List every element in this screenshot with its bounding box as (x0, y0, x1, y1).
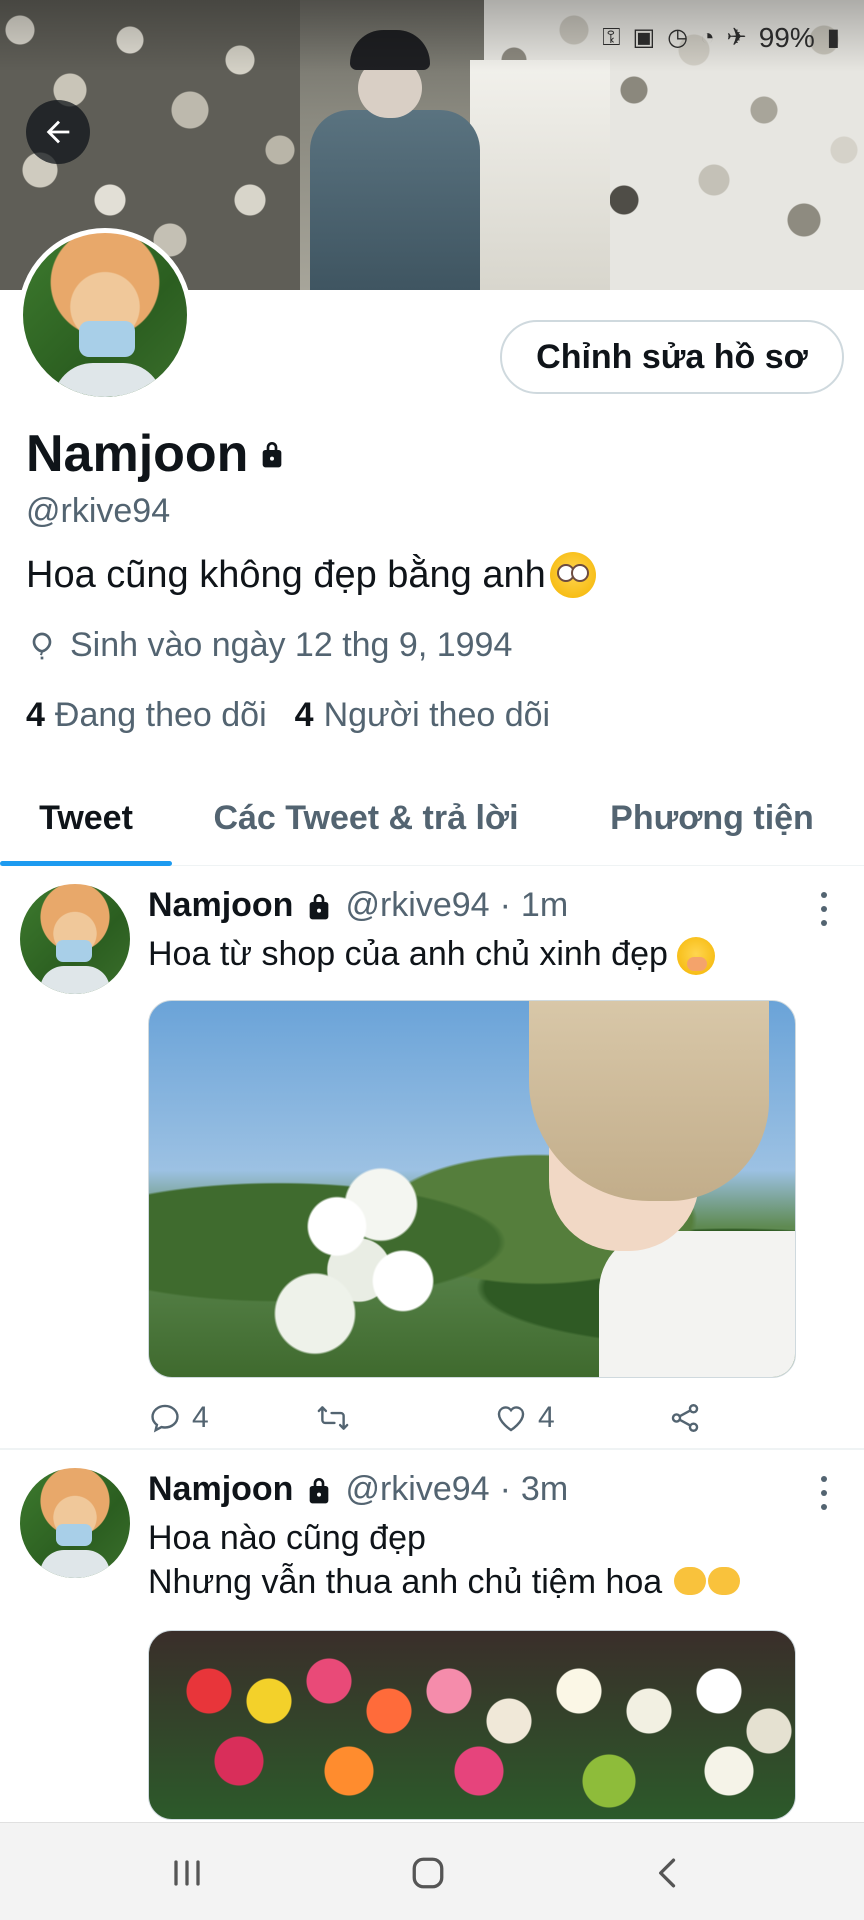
eye-roll-emoji-icon (549, 552, 596, 598)
reply-count: 4 (192, 1401, 209, 1434)
profile-display-name: Namjoon (26, 425, 249, 483)
tweet-header: Namjoon @rkive94 · 1m (148, 886, 568, 925)
following-link[interactable]: 4 Đang theo dõi (26, 696, 267, 735)
profile-bio-text: Hoa cũng không đẹp bằng anh (26, 553, 546, 596)
profile-screen: ⚿ ▣ ◷ ◔ ✈ 99% ▮ Chỉnh sửa hồ sơ Namjoon … (0, 0, 864, 1920)
system-navigation-bar (0, 1822, 864, 1920)
protected-lock-icon (263, 442, 282, 468)
tweet-avatar[interactable] (20, 884, 130, 994)
reply-icon (151, 1404, 179, 1433)
tweet-author-handle: @rkive94 (345, 1470, 490, 1508)
like-button[interactable]: 4 (494, 1401, 555, 1435)
tweet-header: Namjoon @rkive94 · 3m (148, 1470, 568, 1509)
retweet-icon (317, 1406, 349, 1430)
profile-tabs: Tweet Các Tweet & trả lời Phương tiện (0, 770, 864, 866)
pointing-hands-emoji-icon (672, 1562, 740, 1606)
protected-lock-icon (310, 893, 329, 919)
system-back-button[interactable] (646, 1851, 690, 1895)
battery-percent: 99% (758, 22, 815, 53)
like-count: 4 (538, 1401, 555, 1434)
back-button[interactable] (26, 100, 90, 164)
retweet-button[interactable] (316, 1401, 350, 1435)
profile-bio: Hoa cũng không đẹp bằng anh (26, 552, 596, 598)
tweet-author-handle: @rkive94 (345, 886, 490, 924)
banner-path (470, 60, 610, 290)
tab-media[interactable]: Phương tiện (560, 770, 864, 866)
heart-icon (497, 1406, 525, 1432)
chevron-left-icon (659, 1858, 676, 1888)
tweet-timestamp[interactable]: 3m (521, 1470, 568, 1509)
tweet-author-name[interactable]: Namjoon (148, 886, 293, 925)
following-label: Đang theo dõi (54, 696, 267, 734)
tweet-more-options-icon[interactable] (814, 892, 834, 926)
tab-tweets-and-replies[interactable]: Các Tweet & trả lời (172, 770, 560, 866)
edit-profile-button[interactable]: Chỉnh sửa hồ sơ (500, 320, 844, 394)
tweet-author-name[interactable]: Namjoon (148, 1470, 293, 1509)
home-button[interactable] (406, 1851, 450, 1895)
tweet-separator: · (499, 886, 511, 924)
tweet[interactable]: Namjoon @rkive94 · 1m Hoa từ shop của an… (0, 876, 864, 1450)
profile-birthdate-text: Sinh vào ngày 12 thg 9, 1994 (70, 626, 513, 664)
yawning-face-emoji-icon (677, 937, 716, 976)
tab-tweets[interactable]: Tweet (0, 770, 172, 866)
tweet-actions: 4 4 (148, 1396, 708, 1440)
tweet-image[interactable] (148, 1000, 796, 1378)
back-arrow-icon (46, 120, 70, 144)
profile-birthdate: Sinh vào ngày 12 thg 9, 1994 (26, 626, 512, 665)
notification-lock-icon: ▣ (632, 24, 656, 51)
tweet-image[interactable] (148, 1630, 796, 1820)
tweet[interactable]: Namjoon @rkive94 · 3m Hoa nào cũng đẹp N… (0, 1460, 864, 1820)
protected-lock-icon (310, 1477, 329, 1503)
tweet-text-content: Hoa từ shop của anh chủ xinh đẹp (148, 935, 668, 973)
share-icon (671, 1404, 699, 1432)
tweet-timestamp[interactable]: 1m (521, 886, 568, 925)
following-count: 4 (26, 696, 45, 734)
followers-link[interactable]: 4 Người theo dõi (295, 696, 550, 735)
tweet-avatar[interactable] (20, 1468, 130, 1578)
alarm-icon: ◷ (667, 24, 689, 51)
profile-handle: @rkive94 (26, 492, 171, 530)
tweet-text-line-1: Hoa nào cũng đẹp (148, 1519, 426, 1557)
key-icon: ⚿ (602, 24, 621, 51)
status-bar: ⚿ ▣ ◷ ◔ ✈ 99% ▮ (602, 18, 840, 58)
share-button[interactable] (668, 1401, 702, 1435)
home-icon (412, 1857, 444, 1889)
profile-avatar[interactable] (18, 228, 192, 402)
tweet-more-options-icon[interactable] (814, 1476, 834, 1510)
tweet-separator: · (499, 1470, 511, 1508)
follow-stats: 4 Đang theo dõi 4 Người theo dõi (26, 696, 550, 735)
recent-apps-button[interactable] (165, 1851, 209, 1895)
tweet-text: Hoa từ shop của anh chủ xinh đẹp (148, 932, 828, 976)
tweet-text-line-2: Nhưng vẫn thua anh chủ tiệm hoa (148, 1563, 663, 1601)
wifi-icon: ◔ (700, 24, 715, 51)
airplane-icon: ✈ (726, 24, 747, 51)
followers-label: Người theo dõi (323, 696, 551, 734)
battery-icon: ▮ (826, 24, 840, 51)
profile-name-row: Namjoon (26, 424, 288, 484)
followers-count: 4 (294, 696, 314, 734)
reply-button[interactable]: 4 (148, 1401, 209, 1435)
recent-apps-icon (174, 1860, 200, 1886)
balloon-icon (32, 632, 52, 659)
tweet-text: Hoa nào cũng đẹp Nhưng vẫn thua anh chủ … (148, 1516, 828, 1606)
